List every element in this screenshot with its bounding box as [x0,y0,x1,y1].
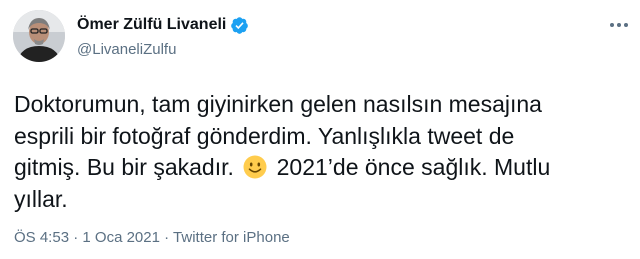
tweet-date[interactable]: 1 Oca 2021 [82,229,160,246]
user-handle[interactable]: @LivaneliZulfu [77,41,249,58]
tweet-line: Doktorumun, tam giyinirken gelen nasılsı… [14,91,542,117]
tweet-line-part: gitmiş. Bu bir şakadır. [14,154,234,180]
more-options-icon[interactable] [608,14,630,36]
meta-separator: · [164,229,170,246]
avatar-photo-icon [13,10,65,62]
tweet-card: Ömer Zülfü Livaneli @LivaneliZulfu Dokto… [0,0,640,259]
user-info: Ömer Zülfü Livaneli @LivaneliZulfu [77,13,249,58]
display-name[interactable]: Ömer Zülfü Livaneli [77,16,226,34]
tweet-line: yıllar. [14,185,68,212]
verified-badge-icon [230,16,249,35]
tweet-source[interactable]: Twitter for iPhone [173,229,290,246]
avatar[interactable] [13,10,65,62]
tweet-line-part: 2021’de önce sağlık. Mutlu [276,154,551,180]
name-row: Ömer Zülfü Livaneli [77,13,249,37]
tweet-meta: ÖS 4:53 · 1 Oca 2021 · Twitter for iPhon… [14,229,290,246]
tweet-text: Doktorumun, tam giyinirken gelen nasılsı… [14,89,614,215]
tweet-line: esprili bir fotoğraf gönderdim. Yanlışlı… [14,122,515,149]
meta-separator: · [73,229,79,246]
slightly-smiling-face-icon [243,155,267,179]
tweet-time[interactable]: ÖS 4:53 [14,229,69,246]
tweet-line: gitmiş. Bu bir şakadır. 2021’de önce sağ… [14,152,614,184]
